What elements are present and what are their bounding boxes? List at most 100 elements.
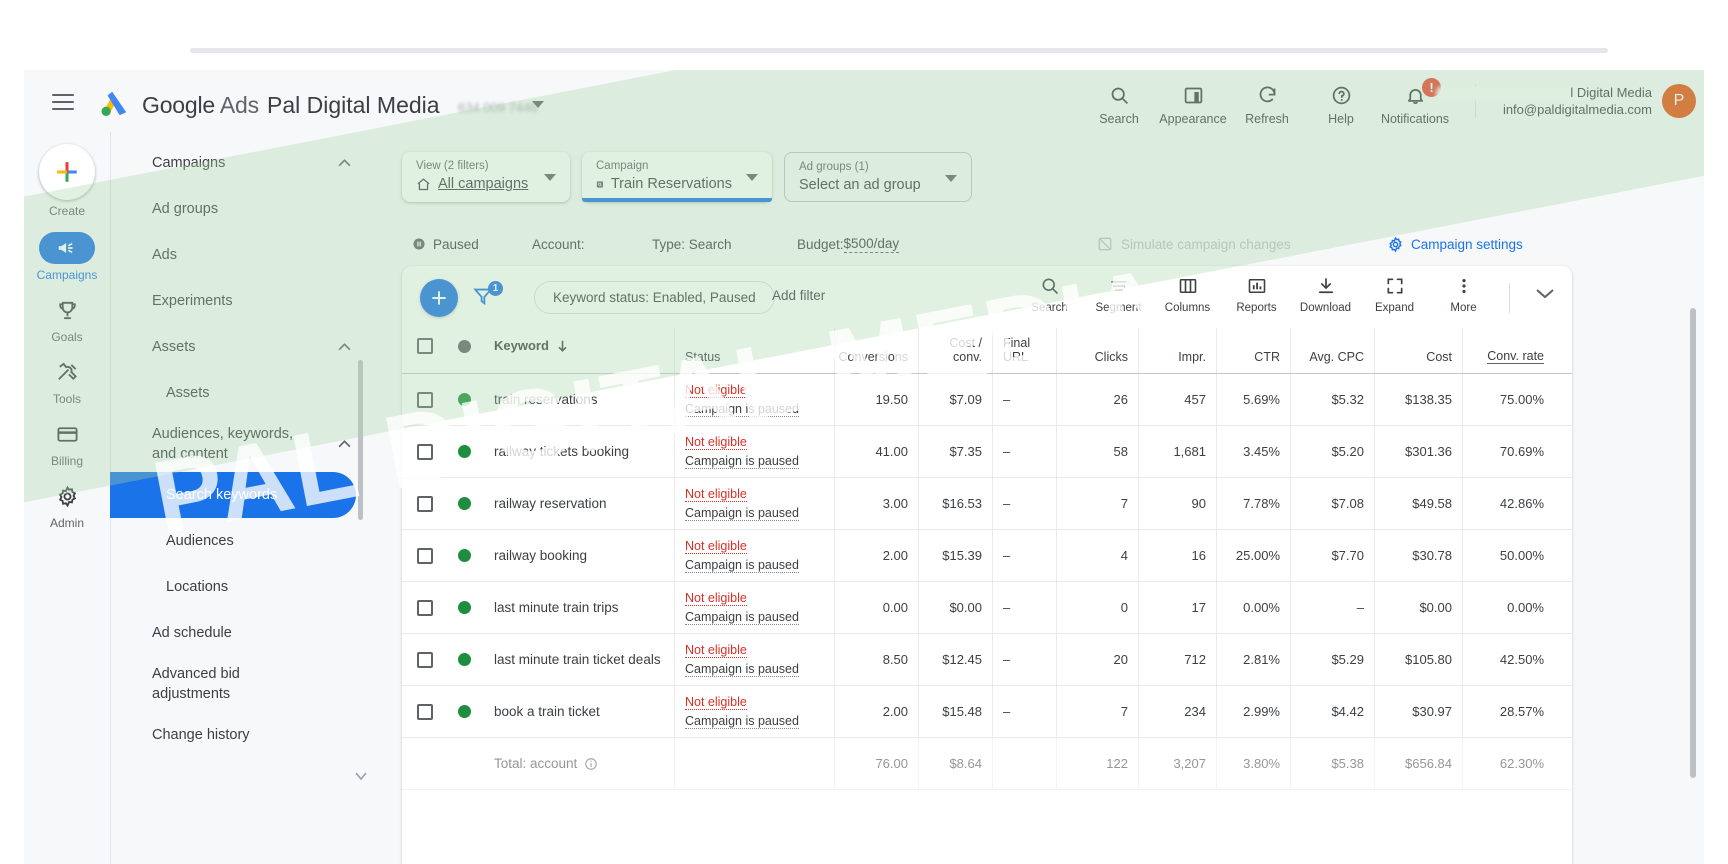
header-conversions[interactable]: Conversions	[834, 328, 918, 373]
campaign-selector[interactable]: Campaign Train Reservations	[582, 152, 772, 202]
row-keyword[interactable]: train reservations	[484, 374, 674, 425]
header-cost-conv[interactable]: Cost / conv.	[918, 328, 992, 373]
admin-pill[interactable]	[39, 480, 95, 512]
header-clicks[interactable]: Clicks	[1056, 328, 1138, 373]
nav-item-experiments[interactable]: Experiments	[110, 278, 370, 324]
header-avg-cpc[interactable]: Avg. CPC	[1290, 328, 1374, 373]
collapse-chevron-down-icon[interactable]	[1534, 286, 1556, 300]
header-ctr[interactable]: CTR	[1216, 328, 1290, 373]
adgroups-selector[interactable]: Ad groups (1) Select an ad group	[784, 152, 972, 202]
nav-item-advanced-bid-adjustments[interactable]: Advanced bid adjustments	[110, 656, 370, 712]
header-final-url[interactable]: Final URL	[992, 328, 1056, 373]
table-search-button[interactable]: Search	[1015, 274, 1084, 314]
nav-item-assets-group[interactable]: Assets	[110, 324, 370, 370]
row-status: Not eligible Campaign is paused	[674, 530, 834, 581]
nav-item-locations[interactable]: Locations	[110, 564, 370, 610]
budget-value[interactable]: $500/day	[843, 236, 900, 253]
header-keyword[interactable]: Keyword	[484, 328, 674, 373]
total-keyword-text: Total: account	[494, 756, 578, 771]
header-appearance-button[interactable]: Appearance	[1156, 78, 1230, 126]
rail-item-goals[interactable]: Goals	[24, 294, 110, 344]
row-keyword[interactable]: last minute train ticket deals	[484, 634, 674, 685]
header-impr[interactable]: Impr.	[1138, 328, 1216, 373]
main-scrollbar[interactable]	[1690, 308, 1696, 778]
total-conversions: 76.00	[834, 738, 918, 789]
nav-item-ads[interactable]: Ads	[110, 232, 370, 278]
help-icon	[1331, 83, 1352, 107]
row-keyword[interactable]: book a train ticket	[484, 686, 674, 737]
table-more-button[interactable]: More	[1429, 274, 1498, 314]
row-checkbox[interactable]	[417, 391, 433, 408]
nav-item-campaigns[interactable]: Campaigns	[110, 140, 370, 186]
row-checkbox[interactable]	[417, 599, 433, 616]
nav-item-audiences[interactable]: Audiences	[110, 518, 370, 564]
table-row[interactable]: last minute train ticket deals Not eligi…	[402, 634, 1572, 686]
avatar[interactable]: P	[1662, 84, 1696, 118]
refresh-icon	[1257, 83, 1278, 107]
rail-item-billing[interactable]: Billing	[24, 418, 110, 468]
table-columns-button[interactable]: Columns	[1153, 274, 1222, 314]
campaign-selector-chevron-down-icon[interactable]	[746, 174, 758, 181]
billing-pill[interactable]	[39, 418, 95, 450]
nav-item-change-history[interactable]: Change history	[110, 712, 370, 758]
row-checkbox[interactable]	[417, 495, 433, 512]
account-name[interactable]: Pal Digital Media	[267, 92, 440, 119]
view-selector-chevron-down-icon[interactable]	[544, 174, 556, 181]
rail-item-tools[interactable]: Tools	[24, 356, 110, 406]
select-all-checkbox[interactable]	[417, 338, 433, 354]
table-row[interactable]: book a train ticket Not eligible Campaig…	[402, 686, 1572, 738]
nav-scrollbar[interactable]	[358, 360, 363, 520]
tools-pill[interactable]	[39, 356, 95, 388]
row-checkbox[interactable]	[417, 651, 433, 668]
add-filter-button[interactable]: Add filter	[772, 288, 825, 303]
view-selector[interactable]: View (2 filters) All campaigns	[402, 152, 570, 202]
keyword-status-filter-chip[interactable]: Keyword status: Enabled, Paused	[534, 281, 775, 314]
table-segment-button[interactable]: Segment	[1084, 274, 1153, 314]
row-cost-value: $105.80	[1405, 652, 1452, 667]
table-row[interactable]: last minute train trips Not eligible Cam…	[402, 582, 1572, 634]
rail-item-admin[interactable]: Admin	[24, 480, 110, 530]
table-reports-button[interactable]: Reports	[1222, 274, 1291, 314]
row-checkbox[interactable]	[417, 547, 433, 564]
row-checkbox[interactable]	[417, 703, 433, 720]
goals-pill[interactable]	[39, 294, 95, 326]
rail-item-create[interactable]: Create	[24, 144, 110, 218]
row-keyword[interactable]: railway booking	[484, 530, 674, 581]
account-switcher-chevron-down-icon[interactable]	[532, 101, 544, 108]
table-row[interactable]: train reservations Not eligible Campaign…	[402, 374, 1572, 426]
filter-button[interactable]: 1	[472, 281, 503, 312]
nav-item-ad-groups[interactable]: Ad groups	[110, 186, 370, 232]
row-keyword[interactable]: railway tickets booking	[484, 426, 674, 477]
header-conv-rate[interactable]: Conv. rate	[1462, 328, 1554, 373]
add-keyword-button[interactable]	[420, 279, 458, 317]
header-cost[interactable]: Cost	[1374, 328, 1462, 373]
nav-item-ad-schedule[interactable]: Ad schedule	[110, 610, 370, 656]
table-row[interactable]: railway reservation Not eligible Campaig…	[402, 478, 1572, 530]
campaigns-pill[interactable]	[39, 232, 95, 264]
table-download-button[interactable]: Download	[1291, 274, 1360, 314]
megaphone-icon	[58, 242, 73, 254]
header-refresh-button[interactable]: Refresh	[1230, 78, 1304, 126]
rail-item-campaigns[interactable]: Campaigns	[24, 232, 110, 282]
create-fab[interactable]	[39, 144, 95, 200]
nav-item-audiences-keywords-content[interactable]: Audiences, keywords, and content	[110, 416, 370, 472]
table-row[interactable]: railway tickets booking Not eligible Cam…	[402, 426, 1572, 478]
nav-scroll-down-icon[interactable]	[354, 770, 368, 782]
header-status[interactable]: Status	[674, 328, 834, 373]
simulate-campaign-changes-button[interactable]: Simulate campaign changes	[1087, 236, 1377, 252]
account-label: Account:	[532, 236, 585, 252]
row-checkbox[interactable]	[417, 443, 433, 460]
row-keyword[interactable]: railway reservation	[484, 478, 674, 529]
table-expand-button[interactable]: Expand	[1360, 274, 1429, 314]
row-keyword[interactable]: last minute train trips	[484, 582, 674, 633]
row-status: Not eligible Campaign is paused	[674, 582, 834, 633]
row-avg-cpc: $4.42	[1290, 686, 1374, 737]
adgroups-selector-chevron-down-icon[interactable]	[945, 175, 957, 182]
menu-icon[interactable]	[52, 86, 84, 118]
header-help-button[interactable]: Help	[1304, 78, 1378, 126]
nav-item-search-keywords[interactable]: Search keywords	[110, 472, 356, 518]
table-row[interactable]: railway booking Not eligible Campaign is…	[402, 530, 1572, 582]
nav-item-assets[interactable]: Assets	[110, 370, 370, 416]
header-search-button[interactable]: Search	[1082, 78, 1156, 126]
campaign-settings-button[interactable]: Campaign settings	[1377, 235, 1533, 253]
